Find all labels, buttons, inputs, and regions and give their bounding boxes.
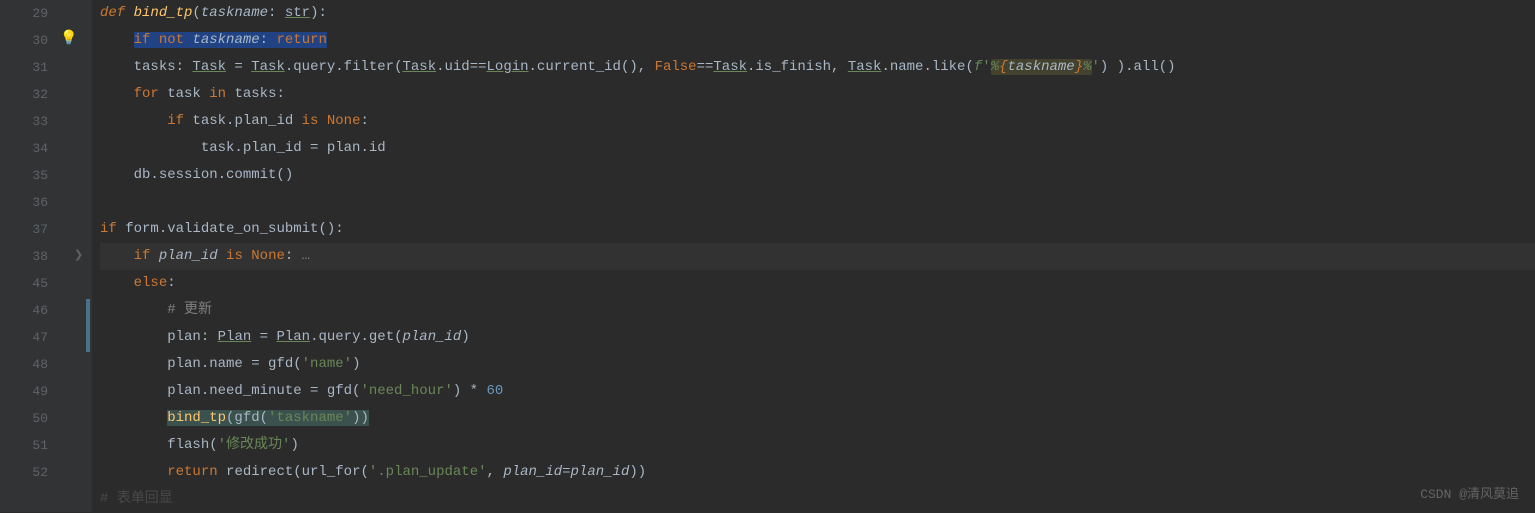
code-line[interactable]: if not taskname: return [100, 27, 1535, 54]
line-number: 34 [0, 135, 48, 162]
code-line[interactable]: tasks: Task = Task.query.filter(Task.uid… [100, 54, 1535, 81]
code-line[interactable]: bind_tp(gfd('taskname')) [100, 405, 1535, 432]
code-line[interactable]: else: [100, 270, 1535, 297]
code-line[interactable]: flash('修改成功') [100, 432, 1535, 459]
line-number: 38 [0, 243, 48, 270]
code-area[interactable]: def bind_tp(taskname: str): if not taskn… [92, 0, 1535, 512]
watermark-text: CSDN @清风莫追 [1420, 483, 1519, 502]
code-line[interactable]: plan: Plan = Plan.query.get(plan_id) [100, 324, 1535, 351]
code-line[interactable]: if plan_id is None: … [100, 243, 1535, 270]
code-line[interactable]: if form.validate_on_submit(): [100, 216, 1535, 243]
code-line[interactable] [100, 189, 1535, 216]
line-number: 36 [0, 189, 48, 216]
code-line[interactable]: if task.plan_id is None: [100, 108, 1535, 135]
line-number: 52 [0, 459, 48, 486]
line-number: 51 [0, 432, 48, 459]
line-number-gutter: 293031323334353637384546474849505152 [0, 0, 56, 512]
line-number: 31 [0, 54, 48, 81]
line-number: 30 [0, 27, 48, 54]
line-number: 37 [0, 216, 48, 243]
code-line[interactable]: def bind_tp(taskname: str): [100, 0, 1535, 27]
code-line[interactable]: plan.need_minute = gfd('need_hour') * 60 [100, 378, 1535, 405]
line-number: 49 [0, 378, 48, 405]
code-line[interactable]: db.session.commit() [100, 162, 1535, 189]
fold-chevron-icon[interactable]: ❯ [74, 248, 83, 262]
line-number: 33 [0, 108, 48, 135]
code-line[interactable]: return redirect(url_for('.plan_update', … [100, 459, 1535, 486]
line-number: 45 [0, 270, 48, 297]
line-number: 35 [0, 162, 48, 189]
line-number: 46 [0, 297, 48, 324]
code-editor[interactable]: 293031323334353637384546474849505152 💡 ❯… [0, 0, 1535, 512]
code-line[interactable]: for task in tasks: [100, 81, 1535, 108]
gutter-annotations: 💡 ❯ [56, 0, 92, 512]
line-number: 47 [0, 324, 48, 351]
line-number [0, 486, 48, 513]
code-line[interactable]: plan.name = gfd('name') [100, 351, 1535, 378]
code-line[interactable]: # 表单回显 [100, 486, 1535, 513]
vcs-modified-marker [86, 299, 90, 352]
code-line[interactable]: task.plan_id = plan.id [100, 135, 1535, 162]
code-line[interactable]: # 更新 [100, 297, 1535, 324]
line-number: 29 [0, 0, 48, 27]
line-number: 50 [0, 405, 48, 432]
line-number: 48 [0, 351, 48, 378]
line-number: 32 [0, 81, 48, 108]
lightbulb-icon[interactable]: 💡 [60, 30, 77, 47]
